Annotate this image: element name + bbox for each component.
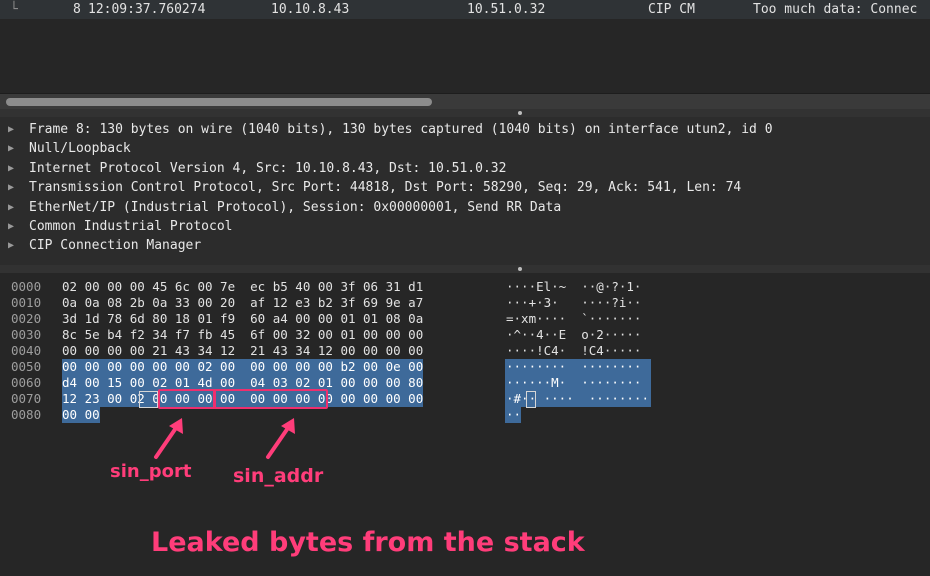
hex-offset: 0000 [11,279,42,294]
hex-bytes-row[interactable]: 0a 0a 08 2b 0a 33 00 20 af 12 e3 b2 3f 6… [62,295,423,311]
packet-protocol: CIP CM [648,2,695,17]
caption-leaked-bytes: Leaked bytes from the stack [151,527,585,558]
expand-triangle-icon[interactable]: ▶ [8,178,14,197]
hex-bytes-row[interactable]: 02 00 00 00 45 6c 00 7e ec b5 40 00 3f 0… [62,279,423,295]
hex-bytes-row[interactable]: 00 00 00 00 21 43 34 12 21 43 34 12 00 0… [62,343,423,359]
pane-splitter-bottom[interactable] [0,265,930,273]
tree-corner-icon: └ [10,2,18,17]
hex-bytes-row[interactable]: 3d 1d 78 6d 80 18 01 f9 60 a4 00 00 01 0… [62,311,423,327]
hex-offset: 0020 [11,311,42,326]
ascii-cursor-box [526,391,536,408]
sin-addr-highlight [213,389,328,409]
tree-item-enip[interactable]: ▶ EtherNet/IP (Industrial Protocol), Ses… [0,198,930,217]
ascii-row-selected[interactable]: ········ ········ [506,359,641,375]
hex-bytes-row[interactable]: 8c 5e b4 f2 34 f7 fb 45 6f 00 32 00 01 0… [62,327,423,343]
packet-destination: 10.51.0.32 [467,2,546,17]
packet-row-selected[interactable]: └ 8 12:09:37.760274 10.10.8.43 10.51.0.3… [0,0,930,19]
hex-bytes-row-selected[interactable]: 00 00 [62,407,100,423]
ascii-row[interactable]: =·xm···· `······· [506,311,641,327]
pane-splitter-top[interactable] [0,109,930,117]
packet-list: └ 8 12:09:37.760274 10.10.8.43 10.51.0.3… [0,0,930,93]
hex-offset: 0040 [11,343,42,358]
splitter-handle-icon[interactable] [518,111,522,115]
tree-item-tcp[interactable]: ▶ Transmission Control Protocol, Src Por… [0,178,930,197]
ascii-row[interactable]: ·^··4··E o·2····· [506,327,641,343]
expand-triangle-icon[interactable]: ▶ [8,159,14,178]
hex-dump-pane: 0000 0010 0020 0030 0040 0050 0060 0070 … [0,273,930,576]
expand-triangle-icon[interactable]: ▶ [8,139,14,158]
packet-time: 12:09:37.760274 [88,2,206,17]
packet-info: Too much data: Connec [753,2,918,17]
tree-item-cip-cm[interactable]: ▶ CIP Connection Manager [0,236,930,255]
scrollbar-thumb[interactable] [6,98,432,106]
horizontal-scrollbar[interactable] [0,93,930,110]
sin-port-label: sin_port [110,461,192,482]
ascii-row[interactable]: ····El·~ ··@·?·1· [506,279,641,295]
tree-item-ipv4[interactable]: ▶ Internet Protocol Version 4, Src: 10.1… [0,159,930,178]
hex-offset: 0030 [11,327,42,342]
ascii-row-selected[interactable]: ······M· ········ [506,375,641,391]
ascii-row[interactable]: ···+·3· ····?i·· [506,295,641,311]
sin-port-arrow-icon [154,418,183,459]
packet-details-tree: ▶ Frame 8: 130 bytes on wire (1040 bits)… [0,117,930,265]
ascii-row[interactable]: ····!C4· !C4····· [506,343,641,359]
packet-source: 10.10.8.43 [271,2,350,17]
packet-number: 8 [73,2,81,17]
tree-item-null-loopback[interactable]: ▶ Null/Loopback [0,139,930,158]
sin-addr-label: sin_addr [233,465,324,487]
expand-triangle-icon[interactable]: ▶ [8,217,14,236]
hex-offset: 0060 [11,375,42,390]
tree-item-cip[interactable]: ▶ Common Industrial Protocol [0,217,930,236]
expand-triangle-icon[interactable]: ▶ [8,120,14,139]
sin-port-highlight [158,389,216,409]
tree-item-frame[interactable]: ▶ Frame 8: 130 bytes on wire (1040 bits)… [0,120,930,139]
hex-cursor-box [139,391,158,408]
hex-offset: 0070 [11,391,42,406]
sin-addr-arrow-icon [266,418,295,459]
splitter-handle-icon[interactable] [518,267,522,271]
hex-offset: 0080 [11,407,42,422]
hex-offset: 0010 [11,295,42,310]
hex-offset: 0050 [11,359,42,374]
expand-triangle-icon[interactable]: ▶ [8,198,14,217]
expand-triangle-icon[interactable]: ▶ [8,236,14,255]
hex-bytes-row-selected[interactable]: 00 00 00 00 00 00 02 00 00 00 00 00 b2 0… [62,359,424,375]
ascii-row-selected[interactable]: ·· [506,407,521,423]
